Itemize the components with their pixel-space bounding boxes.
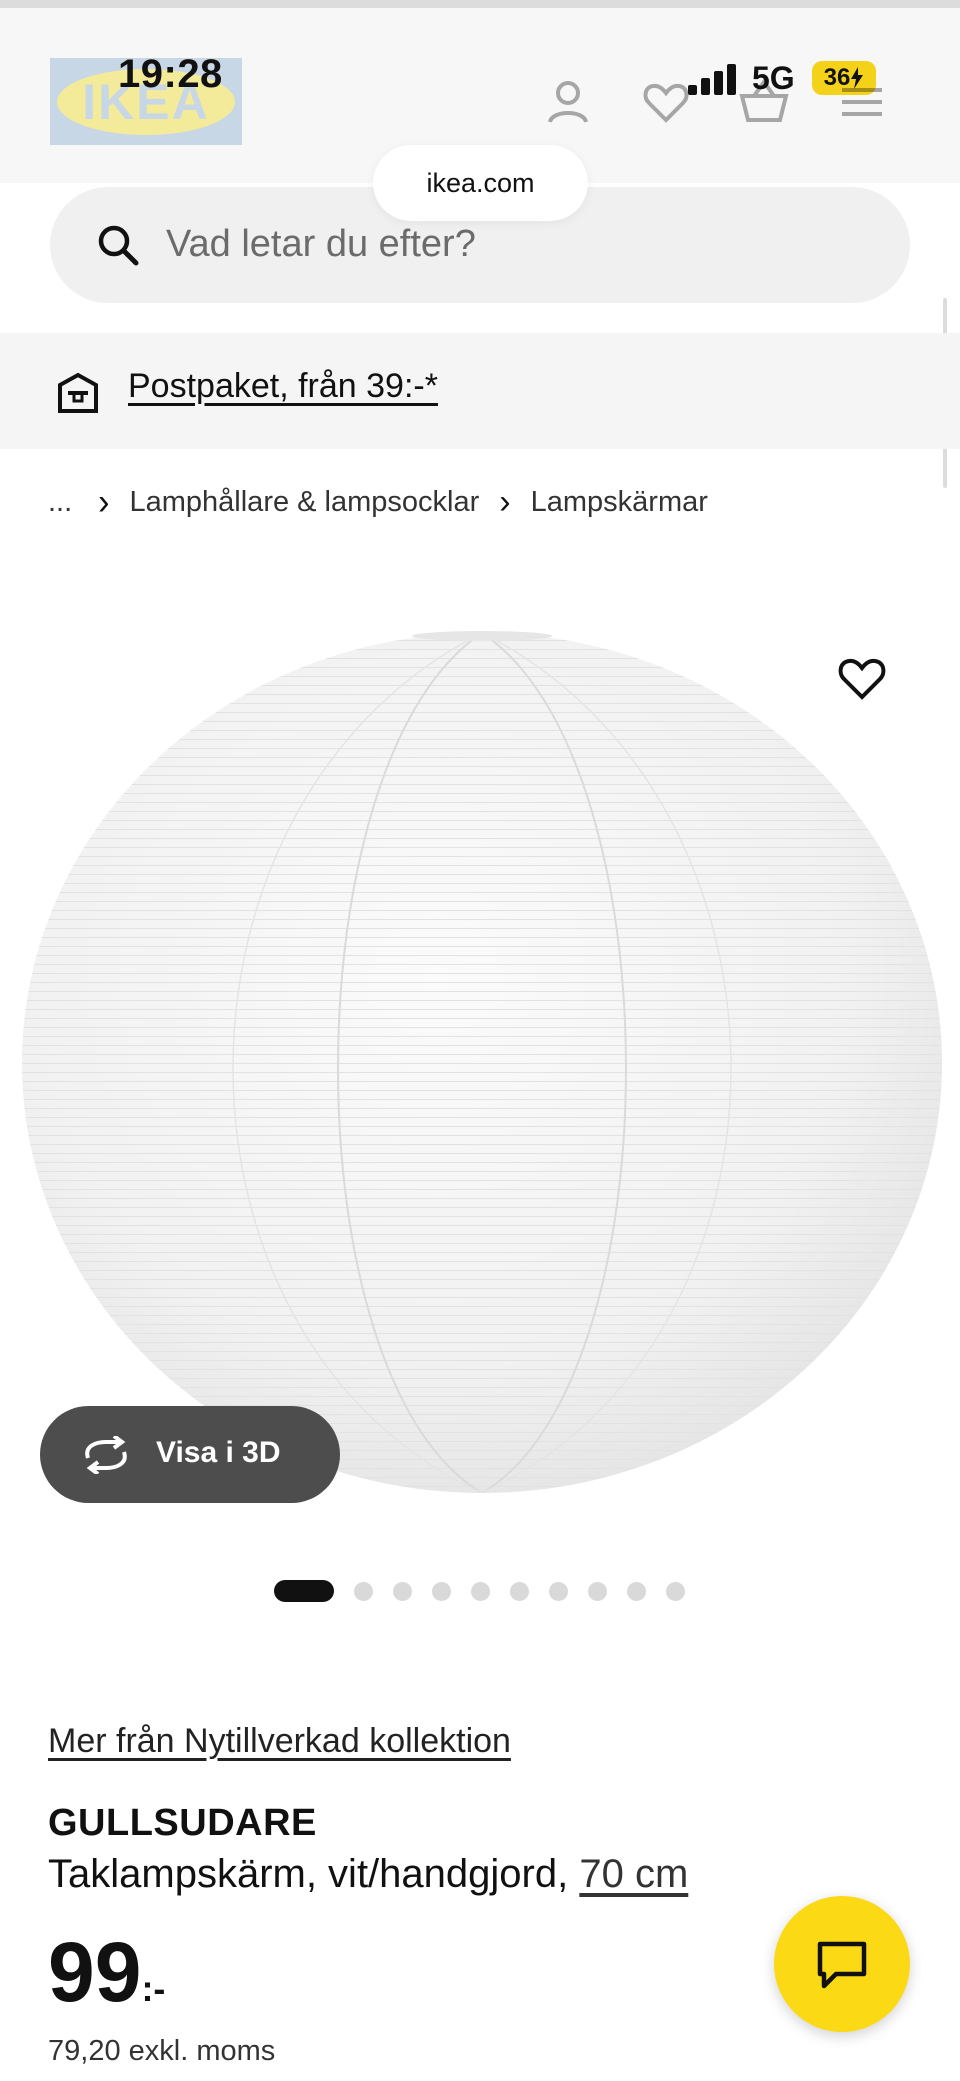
menu-icon[interactable] (836, 76, 888, 128)
heart-icon[interactable] (836, 654, 888, 702)
browser-url-pill[interactable]: ikea.com (373, 145, 588, 221)
price-suffix: :- (141, 1968, 166, 2009)
price-excl-vat: 79,20 exkl. moms (48, 2035, 276, 2067)
gallery-dot[interactable] (666, 1582, 685, 1601)
price-integer: 99 (48, 1925, 142, 2019)
breadcrumb-item-lampskarmar[interactable]: Lampskärmar (531, 486, 708, 519)
product-type: Taklampskärm, vit/handgjord, (48, 1852, 569, 1896)
chat-button[interactable] (774, 1896, 910, 2032)
status-time: 19:28 (118, 52, 223, 96)
product-price: 99 :- (48, 1930, 165, 2014)
breadcrumb-ellipsis[interactable]: ... (48, 486, 72, 519)
gallery-dot[interactable] (510, 1582, 529, 1601)
gallery-dot[interactable] (588, 1582, 607, 1601)
browser-top-edge (0, 0, 960, 8)
rotate-3d-icon (85, 1436, 127, 1474)
search-input[interactable]: Vad letar du efter? (166, 223, 476, 266)
chevron-right-icon: › (98, 481, 110, 523)
heart-icon[interactable] (640, 76, 692, 128)
delivery-link[interactable]: Postpaket, från 39:-* (128, 367, 438, 406)
view-3d-label: Visa i 3D (156, 1436, 281, 1469)
account-icon[interactable] (542, 76, 594, 128)
gallery-dot[interactable] (354, 1582, 373, 1601)
gallery-dot[interactable] (432, 1582, 451, 1601)
gallery-dot[interactable] (627, 1582, 646, 1601)
delivery-banner: Postpaket, från 39:-* (0, 333, 960, 449)
product-name: GULLSUDARE (48, 1802, 317, 1844)
view-3d-button[interactable]: Visa i 3D (40, 1406, 340, 1503)
collection-link[interactable]: Mer från Nytillverkad kollektion (48, 1722, 511, 1761)
parcel-icon (58, 372, 98, 413)
breadcrumb: ... › Lamphållare & lampsocklar › Lampsk… (48, 481, 708, 523)
search-icon (98, 225, 139, 266)
gallery-dot[interactable] (549, 1582, 568, 1601)
chat-icon (817, 1941, 867, 1989)
basket-icon[interactable] (738, 76, 790, 128)
gallery-dot[interactable] (393, 1582, 412, 1601)
gallery-dot[interactable] (471, 1582, 490, 1601)
breadcrumb-item-lamphallare[interactable]: Lamphållare & lampsocklar (130, 486, 480, 519)
gallery-dot-active[interactable] (274, 1580, 334, 1602)
product-description: Taklampskärm, vit/handgjord, 70 cm (48, 1852, 688, 1897)
chevron-right-icon: › (499, 483, 511, 521)
product-size-link[interactable]: 70 cm (579, 1852, 688, 1896)
cellular-signal-icon (688, 63, 738, 95)
